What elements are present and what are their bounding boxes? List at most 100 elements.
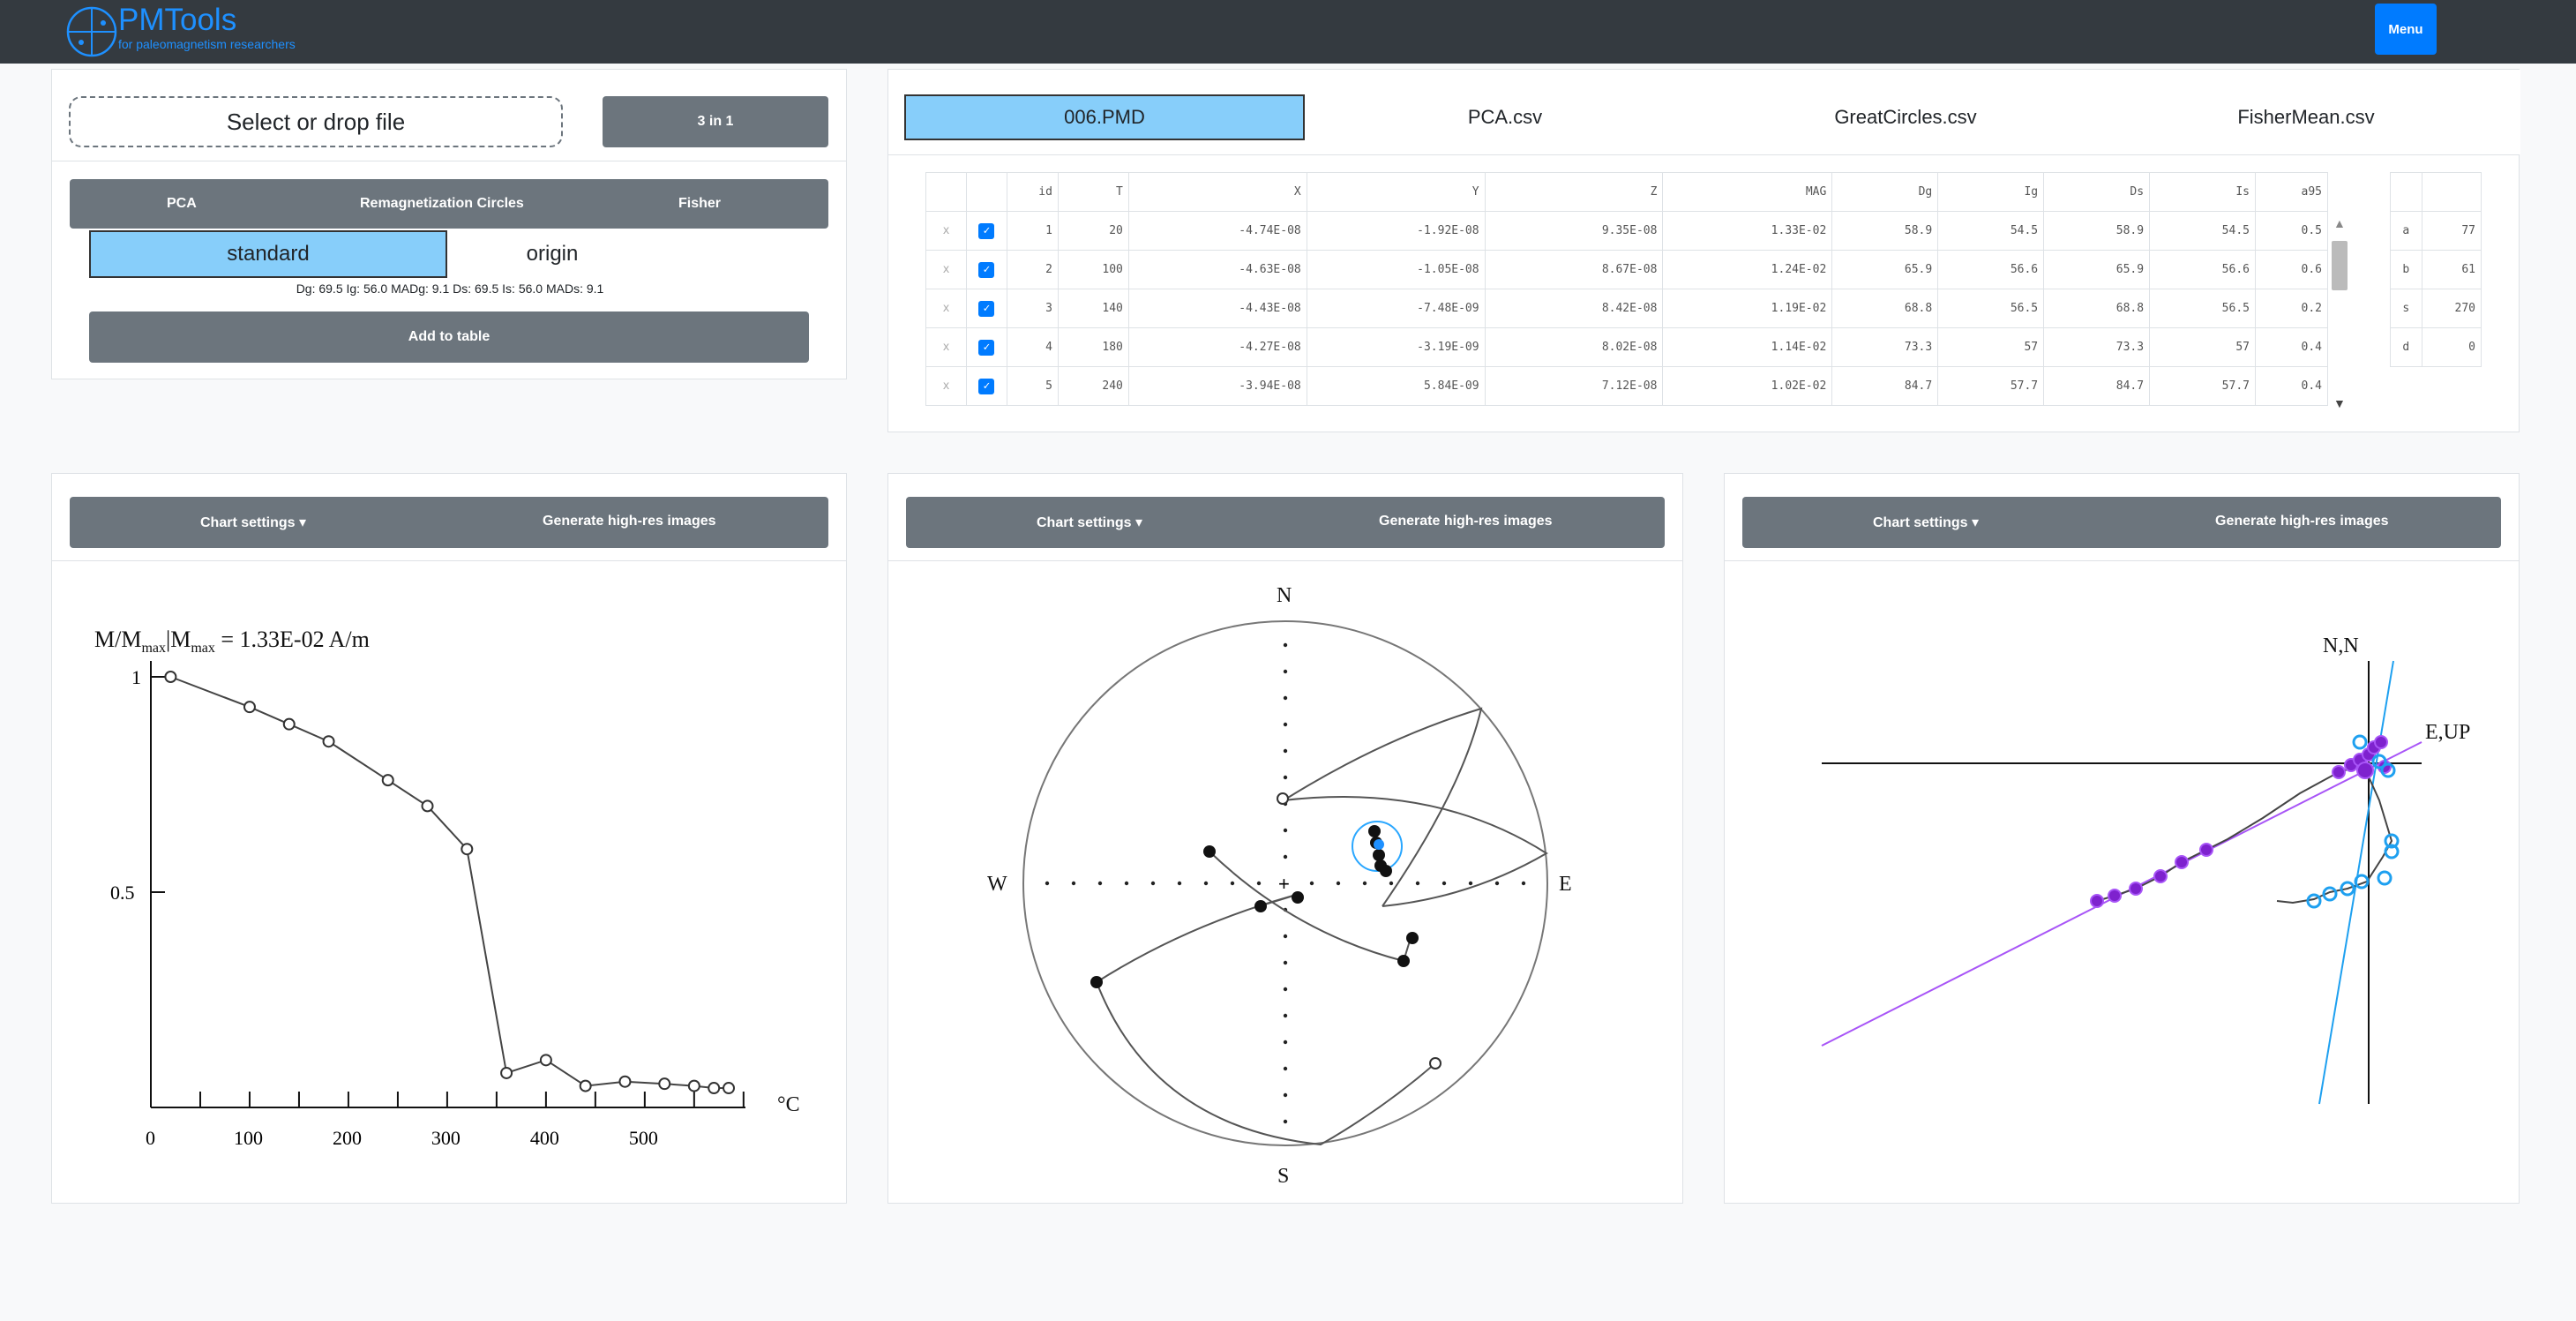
table-header-cell: Dg xyxy=(1831,172,1939,212)
demag-data-point xyxy=(282,717,296,731)
table-cell: -1.05E-08 xyxy=(1306,250,1486,289)
divider xyxy=(888,154,2519,155)
steps-table: id T X Y Z MAG Dg Ig Ds Is a95 x ✓ 1 20 -4.7… xyxy=(925,172,2328,406)
x-tick-label: 0 xyxy=(146,1127,155,1149)
param-value: 61 xyxy=(2421,250,2482,289)
table-cell: 8.67E-08 xyxy=(1484,250,1664,289)
table-cell: 56.5 xyxy=(2149,289,2256,328)
tab-greatcircles-csv[interactable]: GreatCircles.csv xyxy=(1705,94,2106,140)
file-drop-zone[interactable]: Select or drop file xyxy=(69,96,563,147)
tab-pca-csv[interactable]: PCA.csv xyxy=(1305,94,1705,140)
table-cell: -4.27E-08 xyxy=(1127,327,1307,367)
steps-table-wrapper[interactable]: id T X Y Z MAG Dg Ig Ds Is a95 x ✓ 1 20 -4.7… xyxy=(925,172,2328,419)
table-header-cell: a95 xyxy=(2254,172,2328,212)
remove-row-button[interactable]: x xyxy=(925,250,967,289)
divider xyxy=(1725,560,2519,561)
axis-dot xyxy=(1283,722,1288,727)
data-point xyxy=(2199,843,2213,857)
table-cell: 84.7 xyxy=(2043,366,2151,406)
upper-hemisphere-point xyxy=(1429,1057,1442,1070)
table-cell: 1.33E-02 xyxy=(1662,211,1833,251)
params-row: s 270 xyxy=(2390,289,2482,328)
table-header-cell: id xyxy=(1006,172,1059,212)
x-tick-label: 200 xyxy=(333,1127,362,1149)
row-checkbox-cell: ✓ xyxy=(965,327,1007,367)
east-label: E xyxy=(1559,873,1572,896)
table-row: x ✓ 1 20 -4.74E-08 -1.92E-08 9.35E-08 1.33E-02 5… xyxy=(925,211,2328,251)
x-tick-label: 500 xyxy=(629,1127,658,1149)
axis-dot xyxy=(1097,881,1103,886)
table-cell: 100 xyxy=(1057,250,1129,289)
remove-row-button[interactable]: x xyxy=(925,211,967,251)
axis-dot xyxy=(1177,881,1182,886)
table-cell: 58.9 xyxy=(2043,211,2151,251)
remove-row-button[interactable]: x xyxy=(925,289,967,328)
axis-dot xyxy=(1283,695,1288,701)
table-cell: 5.84E-09 xyxy=(1306,366,1486,406)
row-select-checkbox[interactable]: ✓ xyxy=(978,378,995,394)
table-cell: 0.6 xyxy=(2254,250,2328,289)
axis-dot xyxy=(1283,828,1288,833)
row-select-checkbox[interactable]: ✓ xyxy=(978,339,995,356)
demag-data-point xyxy=(579,1079,592,1092)
row-select-checkbox[interactable]: ✓ xyxy=(978,300,995,317)
axis-dot xyxy=(1150,881,1156,886)
table-cell: 1.24E-02 xyxy=(1662,250,1833,289)
axis-dot xyxy=(1283,775,1288,780)
direction-point xyxy=(1373,849,1385,861)
brand-name[interactable]: PMTools xyxy=(118,3,236,38)
table-row: x ✓ 2 100 -4.63E-08 -1.05E-08 8.67E-08 1.24E-02… xyxy=(925,250,2328,289)
demag-chart-card: Chart settings ▾ Generate high-res image… xyxy=(51,473,847,1204)
add-to-table-button[interactable]: Add to table xyxy=(89,311,809,363)
menu-button[interactable]: Menu xyxy=(2375,4,2437,55)
axis-dot xyxy=(1071,881,1076,886)
stereonet-chart-card: Chart settings ▾ Generate high-res image… xyxy=(887,473,1683,1204)
table-cell: 56.6 xyxy=(2149,250,2256,289)
direction-point xyxy=(1254,900,1267,912)
direction-point xyxy=(1203,845,1216,858)
data-point xyxy=(2374,735,2388,749)
table-scrollbar[interactable]: ▲ ▼ xyxy=(2328,216,2351,410)
table-cell: 58.9 xyxy=(1831,211,1939,251)
axis-dot xyxy=(1283,1092,1288,1098)
tab-remagnetization-circles[interactable]: Remagnetization Circles xyxy=(360,196,524,212)
chart-settings-button[interactable]: Chart settings ▾ xyxy=(1037,514,1142,531)
axis-dot xyxy=(1283,642,1288,648)
row-select-checkbox[interactable]: ✓ xyxy=(978,261,995,278)
tab-006-pmd[interactable]: 006.PMD xyxy=(904,94,1305,140)
demag-data-point xyxy=(500,1066,513,1079)
demag-data-point xyxy=(618,1075,632,1088)
axis-dot xyxy=(1362,881,1367,886)
origin-mode-button[interactable]: origin xyxy=(373,230,731,278)
demag-data-point xyxy=(164,671,177,683)
horizontal-projection-path xyxy=(2096,764,2364,902)
navbar: PMTools for paleomagnetism researchers M… xyxy=(0,0,2576,64)
tab-pca[interactable]: PCA xyxy=(167,196,197,212)
north-axis-label: N,N xyxy=(2323,634,2359,657)
remove-row-button[interactable]: x xyxy=(925,327,967,367)
table-cell: -4.43E-08 xyxy=(1127,289,1307,328)
direction-point xyxy=(1090,976,1103,988)
generate-hires-button[interactable]: Generate high-res images xyxy=(543,514,716,529)
table-cell: 9.35E-08 xyxy=(1484,211,1664,251)
axis-dot xyxy=(1468,881,1473,886)
param-key: d xyxy=(2390,327,2422,367)
generate-hires-button[interactable]: Generate high-res images xyxy=(1379,514,1553,529)
great-circles xyxy=(1096,707,1548,1146)
param-value: 0 xyxy=(2421,327,2482,367)
tab-fishermean-csv[interactable]: FisherMean.csv xyxy=(2106,94,2506,140)
table-header-cell: Y xyxy=(1306,172,1486,212)
remove-row-button[interactable]: x xyxy=(925,366,967,406)
row-select-checkbox[interactable]: ✓ xyxy=(978,222,995,239)
tab-fisher[interactable]: Fisher xyxy=(678,196,721,212)
generate-hires-button[interactable]: Generate high-res images xyxy=(2215,514,2389,529)
table-cell: 5 xyxy=(1006,366,1059,406)
chart-settings-button[interactable]: Chart settings ▾ xyxy=(1873,514,1979,531)
three-in-one-button[interactable]: 3 in 1 xyxy=(603,96,828,147)
chart-settings-button[interactable]: Chart settings ▾ xyxy=(200,514,306,531)
data-point xyxy=(2153,869,2168,883)
params-row: b 61 xyxy=(2390,250,2482,289)
axis-dot xyxy=(1045,881,1050,886)
table-cell: 56.5 xyxy=(1937,289,2045,328)
table-header-cell: T xyxy=(1057,172,1129,212)
